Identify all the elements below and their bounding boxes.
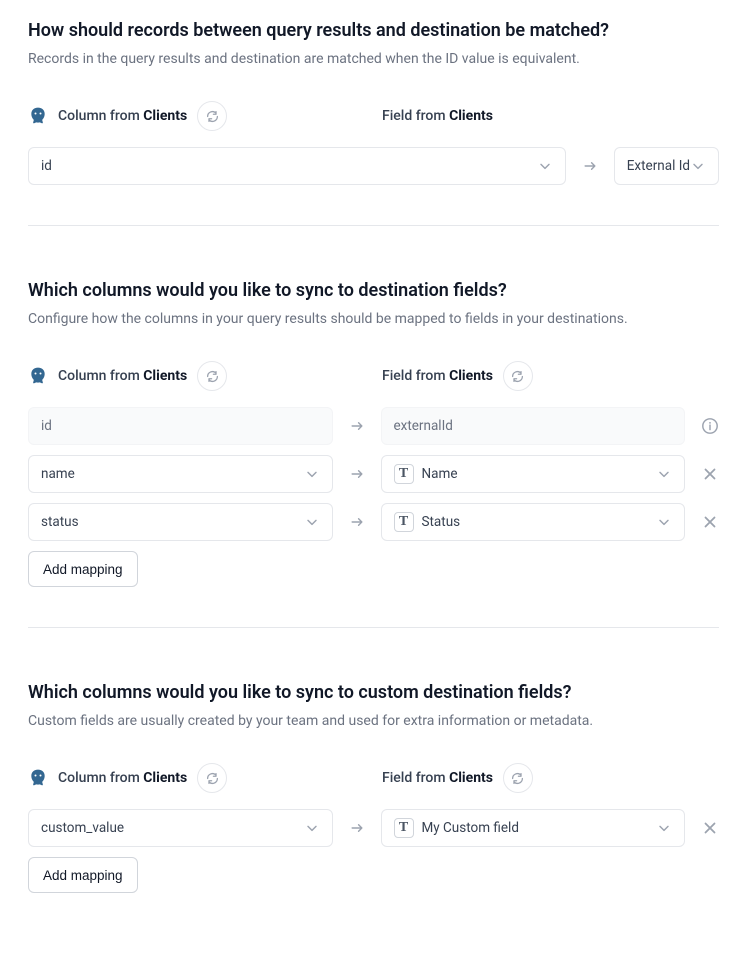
chevron-down-icon	[690, 158, 706, 174]
postgres-icon	[28, 106, 48, 126]
sync-source-locked: id	[28, 407, 333, 445]
custom-title: Which columns would you like to sync to …	[28, 682, 719, 703]
arrow-right-icon	[349, 418, 365, 434]
sync-row: status T Status	[28, 503, 719, 541]
custom-row: custom_value T My Custom field	[28, 809, 719, 847]
refresh-dest-button[interactable]	[503, 763, 533, 793]
match-dest-value: External Id	[627, 158, 690, 174]
match-headers: Column from Clients Field from Clients	[28, 101, 719, 131]
sync-dest-select[interactable]: T Status	[381, 503, 686, 541]
sync-row: name T Name	[28, 455, 719, 493]
sync-row-locked: id externalId	[28, 407, 719, 445]
custom-headers: Column from Clients Field from Clients	[28, 763, 719, 793]
add-mapping-button[interactable]: Add mapping	[28, 857, 138, 893]
sync-title: Which columns would you like to sync to …	[28, 280, 719, 301]
remove-row-button[interactable]	[701, 819, 719, 837]
match-source-label: Column from Clients	[58, 108, 187, 124]
text-type-icon: T	[394, 512, 414, 532]
refresh-source-button[interactable]	[197, 361, 227, 391]
sync-source-value: status	[41, 514, 304, 530]
sync-dest-locked: externalId	[381, 407, 686, 445]
arrow-right-icon	[349, 820, 365, 836]
sync-source-select[interactable]: status	[28, 503, 333, 541]
match-desc: Records in the query results and destina…	[28, 51, 719, 67]
custom-source-value: custom_value	[41, 820, 304, 836]
match-source-value: id	[41, 158, 537, 174]
chevron-down-icon	[304, 514, 320, 530]
add-mapping-button[interactable]: Add mapping	[28, 551, 138, 587]
sync-dest-header: Field from Clients	[382, 361, 662, 391]
custom-desc: Custom fields are usually created by you…	[28, 713, 719, 729]
custom-dest-header: Field from Clients	[382, 763, 662, 793]
match-dest-select[interactable]: External Id	[614, 147, 719, 185]
arrow-right-icon	[349, 514, 365, 530]
custom-source-header: Column from Clients	[28, 763, 334, 793]
postgres-icon	[28, 366, 48, 386]
info-icon[interactable]	[701, 417, 719, 435]
sync-headers: Column from Clients Field from Clients	[28, 361, 719, 391]
sync-dest-value: Status	[422, 514, 657, 530]
custom-source-select[interactable]: custom_value	[28, 809, 333, 847]
chevron-down-icon	[656, 820, 672, 836]
refresh-dest-button[interactable]	[503, 361, 533, 391]
match-dest-header: Field from Clients	[382, 108, 662, 124]
sync-dest-locked-value: externalId	[394, 418, 673, 434]
custom-dest-value: My Custom field	[422, 820, 657, 836]
sync-source-value: name	[41, 466, 304, 482]
sync-source-label: Column from Clients	[58, 368, 187, 384]
sync-source-header: Column from Clients	[28, 361, 334, 391]
refresh-source-button[interactable]	[197, 101, 227, 131]
custom-dest-select[interactable]: T My Custom field	[381, 809, 686, 847]
match-source-header: Column from Clients	[28, 101, 334, 131]
match-section: How should records between query results…	[28, 20, 719, 225]
remove-row-button[interactable]	[701, 465, 719, 483]
match-dest-label: Field from Clients	[382, 108, 493, 124]
chevron-down-icon	[304, 820, 320, 836]
chevron-down-icon	[537, 158, 553, 174]
postgres-icon	[28, 768, 48, 788]
remove-row-button[interactable]	[701, 513, 719, 531]
sync-dest-label: Field from Clients	[382, 368, 493, 384]
custom-dest-label: Field from Clients	[382, 770, 493, 786]
sync-desc: Configure how the columns in your query …	[28, 311, 719, 327]
custom-source-label: Column from Clients	[58, 770, 187, 786]
sync-section: Which columns would you like to sync to …	[28, 225, 719, 627]
sync-source-select[interactable]: name	[28, 455, 333, 493]
custom-section: Which columns would you like to sync to …	[28, 627, 719, 933]
match-source-select[interactable]: id	[28, 147, 566, 185]
chevron-down-icon	[656, 514, 672, 530]
arrow-right-icon	[349, 466, 365, 482]
chevron-down-icon	[304, 466, 320, 482]
text-type-icon: T	[394, 818, 414, 838]
match-row: id External Id	[28, 147, 719, 185]
refresh-source-button[interactable]	[197, 763, 227, 793]
chevron-down-icon	[656, 466, 672, 482]
arrow-right-icon	[582, 158, 598, 174]
text-type-icon: T	[394, 464, 414, 484]
match-title: How should records between query results…	[28, 20, 719, 41]
sync-dest-select[interactable]: T Name	[381, 455, 686, 493]
sync-dest-value: Name	[422, 466, 657, 482]
sync-source-locked-value: id	[41, 418, 320, 434]
